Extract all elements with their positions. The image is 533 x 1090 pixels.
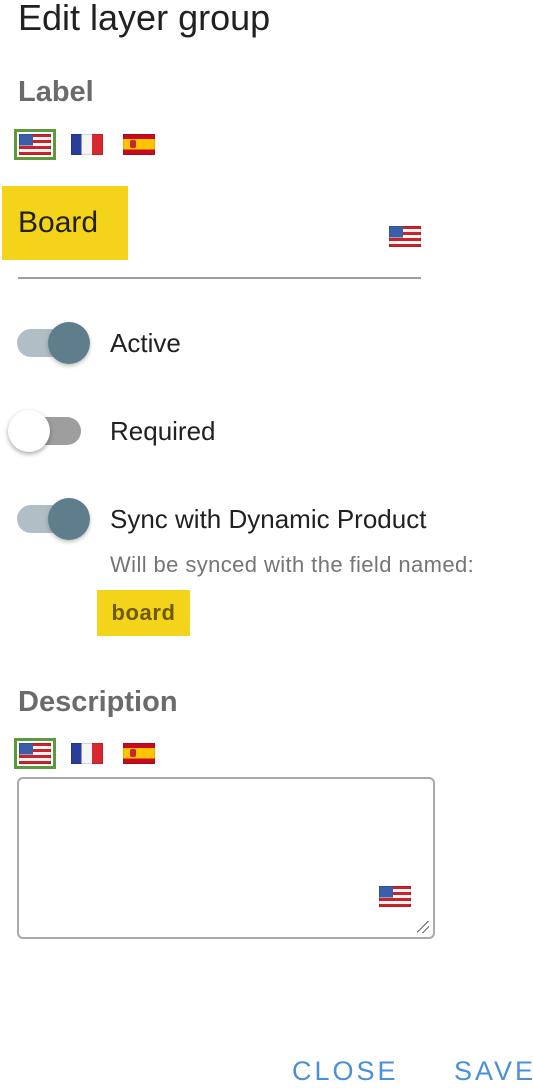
dialog-title: Edit layer group [18,0,271,38]
sync-field-name-badge: board [97,590,190,636]
us-flag-icon [379,886,411,907]
active-toggle-knob[interactable] [48,322,90,364]
sync-toggle-label: Sync with Dynamic Product [110,504,427,534]
sync-hint-text: Will be synced with the field named: [110,552,475,577]
save-button[interactable]: SAVE [454,1052,533,1090]
active-toggle-label: Active [110,328,181,358]
resize-handle-icon[interactable] [417,921,429,933]
sync-toggle-knob[interactable] [48,498,90,540]
es-flag-icon[interactable] [123,743,155,764]
fr-flag-icon[interactable] [71,134,103,155]
label-heading: Label [18,76,94,108]
close-button[interactable]: CLOSE [292,1052,399,1090]
description-textarea[interactable] [17,777,435,939]
label-input-underline [18,277,421,279]
us-flag-icon[interactable] [19,743,51,764]
label-input-value[interactable]: Board [2,186,128,260]
us-flag-icon [389,226,421,247]
description-heading: Description [18,686,178,718]
fr-flag-icon[interactable] [71,743,103,764]
required-toggle-label: Required [110,416,216,446]
us-flag-icon[interactable] [19,134,51,155]
required-toggle-knob[interactable] [8,410,50,452]
es-flag-icon[interactable] [123,134,155,155]
